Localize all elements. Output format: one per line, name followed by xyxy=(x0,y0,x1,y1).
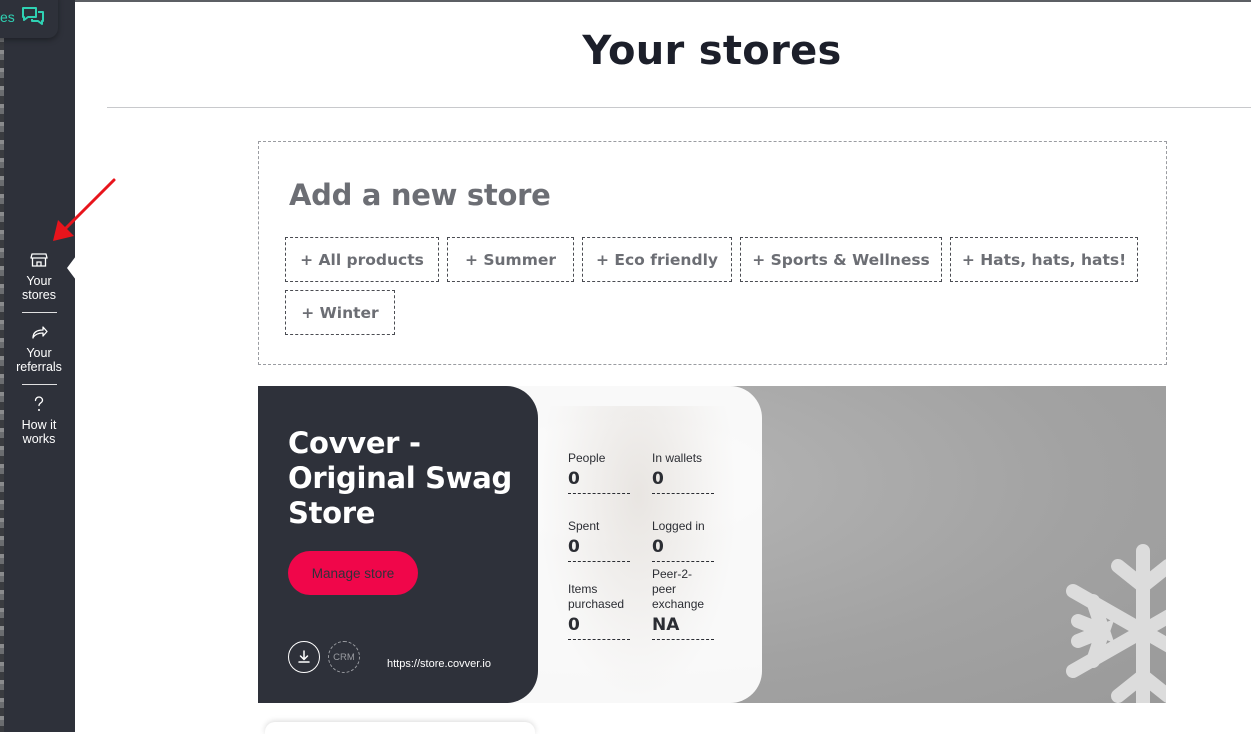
top-border xyxy=(75,0,1251,2)
chat-bubbles-icon xyxy=(21,7,44,25)
share-arrow-icon xyxy=(32,326,48,339)
sidebar-item-label: Your xyxy=(26,274,52,288)
storefront-icon xyxy=(30,253,48,267)
stat-label: In wallets xyxy=(652,451,703,465)
stat-value: 0 xyxy=(568,612,630,640)
download-icon xyxy=(298,650,310,663)
annotation-arrow-icon xyxy=(53,178,116,241)
stat-label: Logged in xyxy=(652,519,705,533)
messages-pill[interactable]: es xyxy=(0,0,58,38)
stat-value: 0 xyxy=(568,534,630,562)
sidebar-divider xyxy=(22,312,57,313)
template-button-summer[interactable]: + Summer xyxy=(447,237,574,282)
stat-label: People xyxy=(568,451,606,465)
template-button-sports-wellness[interactable]: + Sports & Wellness xyxy=(740,237,942,282)
stat-label: Spent xyxy=(568,519,600,533)
template-button-winter[interactable]: + Winter xyxy=(285,290,395,335)
download-button[interactable] xyxy=(288,641,320,673)
messages-pill-label: es xyxy=(0,9,15,25)
next-store-card-peek xyxy=(265,722,535,734)
stat-value: NA xyxy=(652,612,714,640)
template-button-eco-friendly[interactable]: + Eco friendly xyxy=(582,237,732,282)
question-mark-icon xyxy=(34,396,44,411)
stat-spent: Spent 0 xyxy=(568,504,630,562)
sidebar-item-label: works xyxy=(22,432,56,446)
sidebar-item-how-it-works[interactable]: How it works xyxy=(4,394,74,446)
stat-logged-in: Logged in 0 xyxy=(652,504,714,562)
page-title: Your stores xyxy=(582,28,842,74)
title-divider xyxy=(107,107,1251,108)
sidebar-item-label: stores xyxy=(21,288,57,302)
sidebar-item-your-stores[interactable]: Your stores xyxy=(4,250,74,302)
stat-label: Peer-2-peer exchange xyxy=(652,567,705,611)
stat-value: 0 xyxy=(652,534,714,562)
stat-peer-exchange: Peer-2-peer exchange NA xyxy=(652,567,714,640)
store-name: Covver - Original Swag Store xyxy=(288,426,512,530)
manage-store-button[interactable]: Manage store xyxy=(288,551,418,595)
template-button-hats[interactable]: + Hats, hats, hats! xyxy=(950,237,1138,282)
add-store-heading: Add a new store xyxy=(289,178,551,212)
sidebar-item-label: referrals xyxy=(16,360,62,374)
store-card: People 0 In wallets 0 Spent 0 Logged in … xyxy=(258,386,1166,703)
crm-button[interactable]: CRM xyxy=(328,641,360,673)
stat-people: People 0 xyxy=(568,436,630,494)
sidebar-divider xyxy=(22,384,57,385)
add-store-panel: Add a new store + All products + Summer … xyxy=(258,141,1167,365)
stat-in-wallets: In wallets 0 xyxy=(652,436,714,494)
stat-value: 0 xyxy=(568,466,630,494)
snowflake-icon xyxy=(1066,544,1166,703)
store-info-panel: Covver - Original Swag Store Manage stor… xyxy=(258,386,538,703)
stat-label: Items purchased xyxy=(568,582,625,611)
sidebar-item-label: How it xyxy=(21,418,57,432)
sidebar-item-label: Your xyxy=(26,346,52,360)
template-button-all-products[interactable]: + All products xyxy=(285,237,439,282)
stat-value: 0 xyxy=(652,466,714,494)
active-item-notch xyxy=(67,256,76,280)
store-url-link[interactable]: https://store.covver.io xyxy=(387,658,499,670)
sidebar-item-your-referrals[interactable]: Your referrals xyxy=(4,322,74,374)
stat-items-purchased: Items purchased 0 xyxy=(568,582,630,640)
